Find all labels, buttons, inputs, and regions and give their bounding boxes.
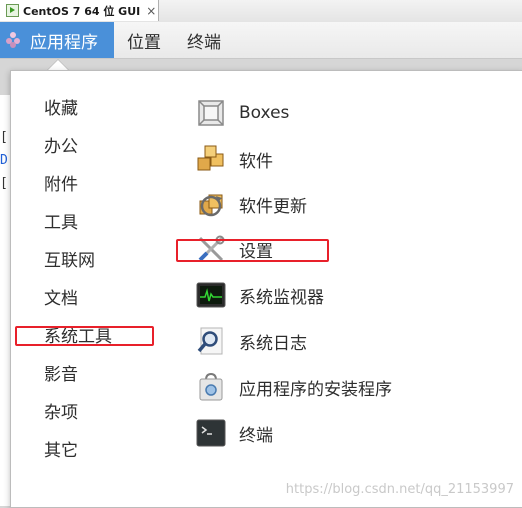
- system-log-icon: [196, 326, 226, 356]
- gnome-foot-icon: [6, 32, 22, 48]
- system-monitor-icon: [196, 280, 226, 310]
- software-icon: [196, 144, 226, 174]
- category-sound-video[interactable]: 影音: [44, 363, 78, 387]
- boxes-icon: [196, 98, 226, 128]
- app-package-installer[interactable]: 应用程序的安装程序: [196, 370, 392, 404]
- vm-tab-title: CentOS 7 64 位 GUI: [23, 4, 141, 18]
- category-favorites[interactable]: 收藏: [44, 97, 78, 121]
- applications-menu-button[interactable]: 应用程序: [0, 22, 114, 58]
- app-label: 系统监视器: [239, 287, 324, 308]
- category-accessories[interactable]: 附件: [44, 173, 78, 197]
- background-text: D: [0, 153, 8, 168]
- app-label: 软件: [239, 151, 273, 172]
- app-label: 应用程序的安装程序: [239, 379, 392, 400]
- terminal-icon: [196, 418, 226, 448]
- category-office[interactable]: 办公: [44, 135, 78, 159]
- package-installer-icon: [196, 372, 226, 402]
- category-utilities[interactable]: 工具: [44, 211, 78, 235]
- category-other[interactable]: 其它: [44, 439, 78, 463]
- app-label: 系统日志: [239, 333, 307, 354]
- app-label: 软件更新: [239, 196, 307, 217]
- app-label: Boxes: [239, 103, 290, 123]
- category-documentation[interactable]: 文档: [44, 287, 78, 311]
- category-sundry[interactable]: 杂项: [44, 401, 78, 425]
- app-software-update[interactable]: 软件更新: [196, 187, 307, 221]
- settings-highlight-box: [176, 239, 329, 262]
- system-tools-highlight-box: [15, 326, 154, 346]
- app-software[interactable]: 软件: [196, 142, 273, 176]
- background-text: [: [0, 176, 8, 191]
- app-label: 终端: [239, 425, 273, 446]
- vm-power-icon: [6, 4, 19, 17]
- places-menu-button[interactable]: 位置: [127, 22, 161, 58]
- background-text: [: [0, 130, 8, 145]
- vm-tab[interactable]: CentOS 7 64 位 GUI ×: [0, 0, 159, 21]
- app-terminal[interactable]: 终端: [196, 416, 273, 450]
- terminal-menu-button[interactable]: 终端: [187, 22, 221, 58]
- menu-pointer-arrow: [47, 59, 69, 70]
- watermark-text: https://blog.csdn.net/qq_21153997: [285, 482, 514, 497]
- vm-tab-strip: CentOS 7 64 位 GUI ×: [0, 0, 522, 23]
- software-update-icon: [196, 189, 226, 219]
- applications-popup-menu: 收藏 办公 附件 工具 互联网 文档 系统工具 影音 杂项 其它 Boxes 软…: [10, 70, 522, 508]
- applications-menu-label: 应用程序: [30, 32, 98, 53]
- app-boxes[interactable]: Boxes: [196, 96, 289, 130]
- app-system-monitor[interactable]: 系统监视器: [196, 278, 324, 312]
- app-system-log[interactable]: 系统日志: [196, 324, 307, 358]
- close-icon[interactable]: ×: [146, 4, 156, 18]
- top-bar: 应用程序 位置 终端: [0, 22, 522, 59]
- category-internet[interactable]: 互联网: [44, 249, 95, 273]
